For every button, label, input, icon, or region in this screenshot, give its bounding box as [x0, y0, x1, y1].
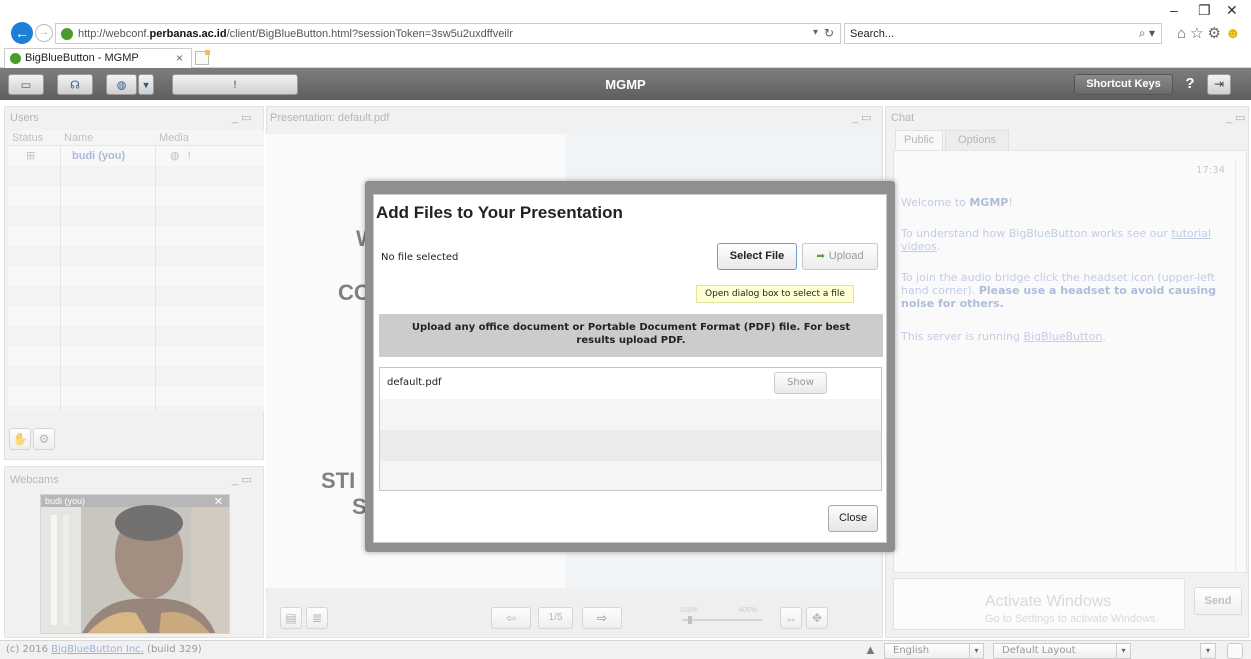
minimize-icon[interactable]: – — [1170, 2, 1178, 18]
browser-chrome: – ❐ ✕ ← → http://webconf.perbanas.ac.id/… — [0, 0, 1251, 46]
logout-button[interactable]: ⇥ — [1207, 74, 1231, 95]
close-window-icon[interactable]: ✕ — [1226, 2, 1238, 19]
browser-search-input[interactable]: Search... ⌕ ▾ — [844, 23, 1162, 44]
address-dropdown-icon[interactable]: ▾ — [813, 27, 818, 38]
help-button[interactable]: ? — [1180, 73, 1200, 95]
smiley-icon[interactable]: ☻ — [1225, 25, 1245, 42]
forward-icon[interactable]: → — [35, 24, 53, 42]
browser-tab[interactable]: BigBlueButton - MGMP × — [4, 48, 192, 68]
search-icon[interactable]: ⌕ ▾ — [1139, 26, 1155, 41]
chevron-down-icon: ▾ — [143, 79, 149, 91]
logout-icon: ⇥ — [1213, 77, 1225, 91]
tooltip: Open dialog box to select a file — [696, 285, 854, 303]
list-item — [380, 430, 881, 461]
tab-title: BigBlueButton - MGMP — [25, 52, 139, 64]
accessibility-icon[interactable]: ▲ — [864, 642, 877, 657]
list-item[interactable]: default.pdf Show — [380, 368, 881, 399]
layout-select[interactable]: Default Layout ▾ — [993, 643, 1131, 659]
url-text: http://webconf.perbanas.ac.id/client/Big… — [78, 28, 513, 40]
list-item — [380, 399, 881, 430]
copyright-text: (c) 2016 BigBlueButton Inc. (build 329) — [6, 644, 202, 655]
gear-icon[interactable]: ⚙ — [1208, 25, 1225, 42]
upload-button[interactable]: ➡ Upload — [802, 243, 878, 270]
shortcut-keys-button[interactable]: Shortcut Keys — [1074, 74, 1173, 95]
lock-select[interactable]: ▾ — [1200, 643, 1216, 659]
close-button[interactable]: Close — [828, 505, 878, 532]
tab-strip: BigBlueButton - MGMP × — [0, 46, 1251, 68]
desktop-share-button[interactable]: ▭ — [8, 74, 44, 95]
microphone-button[interactable]: ǃ — [172, 74, 298, 95]
tab-favicon-icon — [10, 53, 21, 64]
language-select[interactable]: English ▾ — [884, 643, 984, 659]
close-tab-icon[interactable]: × — [176, 51, 183, 65]
address-bar[interactable]: http://webconf.perbanas.ac.id/client/Big… — [55, 23, 841, 44]
chevron-down-icon: ▾ — [1116, 644, 1130, 658]
microphone-icon: ǃ — [233, 78, 237, 91]
browser-toolbar-icons: ⌂☆⚙☻ — [1177, 24, 1245, 42]
show-file-button[interactable]: Show — [774, 372, 827, 394]
chevron-down-icon: ▾ — [1205, 646, 1210, 655]
headset-button[interactable]: ☊ — [57, 74, 93, 95]
webcam-icon: ◍ — [116, 79, 127, 91]
headset-icon: ☊ — [70, 79, 80, 91]
home-icon[interactable]: ⌂ — [1177, 25, 1190, 42]
monitor-icon: ▭ — [20, 79, 32, 91]
file-list: default.pdf Show — [379, 367, 882, 491]
file-name: default.pdf — [387, 377, 442, 388]
upload-info-text: Upload any office document or Portable D… — [379, 314, 883, 357]
refresh-icon[interactable]: ↻ — [824, 26, 834, 40]
no-file-label: No file selected — [381, 252, 459, 263]
layout-lock-button[interactable] — [1227, 643, 1243, 659]
restore-icon[interactable]: ❐ — [1198, 2, 1211, 19]
chevron-down-icon: ▾ — [969, 644, 983, 658]
bigbluebutton-inc-link[interactable]: BigBlueButton Inc. — [51, 644, 144, 655]
webcam-button[interactable]: ◍ — [106, 74, 137, 95]
upload-dialog: Add Files to Your Presentation No file s… — [373, 194, 887, 543]
list-item — [380, 461, 881, 490]
site-favicon-icon — [61, 28, 73, 40]
arrow-right-icon: ➡ — [816, 251, 825, 262]
back-icon[interactable]: ← — [11, 22, 33, 44]
footer: (c) 2016 BigBlueButton Inc. (build 329) … — [0, 640, 1251, 659]
new-tab-icon[interactable] — [195, 50, 210, 65]
search-placeholder: Search... — [850, 28, 895, 40]
dialog-title: Add Files to Your Presentation — [376, 203, 623, 222]
webcam-dropdown[interactable]: ▾ — [138, 74, 154, 95]
star-icon[interactable]: ☆ — [1190, 25, 1207, 42]
select-file-button[interactable]: Select File — [717, 243, 797, 270]
